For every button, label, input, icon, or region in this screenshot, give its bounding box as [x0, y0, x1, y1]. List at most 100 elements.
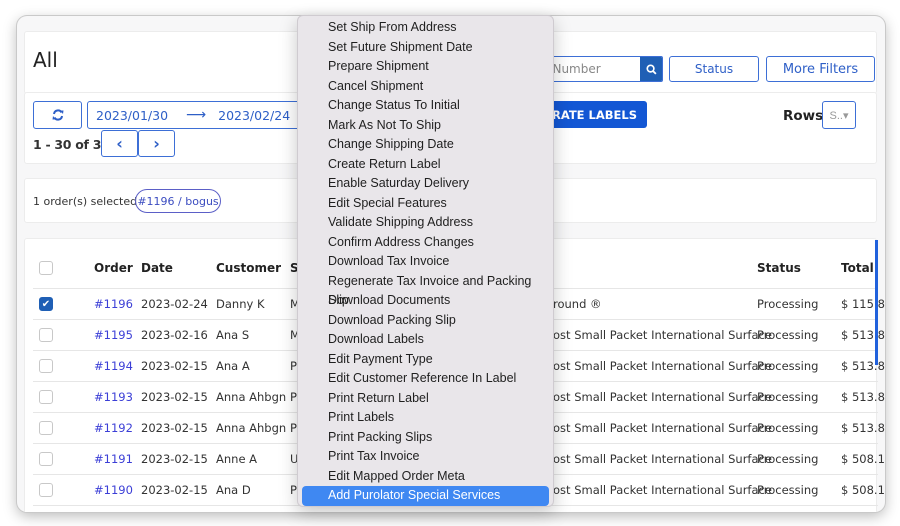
- shipping-address: P: [290, 359, 297, 373]
- order-status: Processing: [757, 483, 819, 497]
- menu-item[interactable]: Print Packing Slips: [302, 428, 549, 448]
- menu-item[interactable]: Change Status To Initial: [302, 96, 549, 116]
- customer-name: Anne A: [216, 452, 258, 466]
- row-checkbox[interactable]: [39, 359, 53, 373]
- menu-item[interactable]: Download Packing Slip: [302, 311, 549, 331]
- chevron-left-icon: ‹: [116, 134, 123, 153]
- customer-name: Anna Ahbgn: [216, 390, 287, 404]
- rows-per-page-select[interactable]: S..▾: [822, 101, 856, 129]
- order-number-link[interactable]: #1193: [94, 382, 133, 412]
- order-total: $ 513.8: [841, 328, 885, 342]
- column-header-date[interactable]: Date: [141, 239, 173, 288]
- menu-item[interactable]: Prepare Shipment: [302, 57, 549, 77]
- date-range-picker[interactable]: 2023/01/30 ⟶ 2023/02/24: [87, 101, 317, 129]
- next-page-button[interactable]: ›: [138, 130, 175, 157]
- order-total: $ 508.1: [841, 483, 885, 497]
- menu-item[interactable]: Print Tax Invoice: [302, 447, 549, 467]
- menu-item[interactable]: Print Labels: [302, 408, 549, 428]
- shipping-address: P: [290, 483, 297, 497]
- menu-item[interactable]: Edit Customer Reference In Label: [302, 369, 549, 389]
- order-status: Processing: [757, 359, 819, 373]
- order-number-link[interactable]: #1194: [94, 351, 133, 381]
- order-number-link[interactable]: #1192: [94, 413, 133, 443]
- menu-item[interactable]: Download Tax Invoice: [302, 252, 549, 272]
- page-title: All: [33, 48, 58, 72]
- order-date: 2023-02-15: [141, 421, 208, 435]
- refresh-button[interactable]: [33, 101, 82, 129]
- menu-item[interactable]: Validate Shipping Address: [302, 213, 549, 233]
- order-number-link[interactable]: #1191: [94, 444, 133, 474]
- order-number-link[interactable]: #1196: [94, 289, 133, 319]
- shipping-service: ost Small Packet International Surface: [553, 483, 772, 497]
- order-date: 2023-02-15: [141, 483, 208, 497]
- pagination-info: 1 - 30 of 35: [33, 137, 110, 152]
- customer-name: Ana S: [216, 328, 250, 342]
- date-to: 2023/02/24: [218, 107, 291, 123]
- menu-item[interactable]: Confirm Address Changes: [302, 233, 549, 253]
- column-header-status[interactable]: Status: [757, 239, 801, 288]
- menu-item[interactable]: Download Labels: [302, 330, 549, 350]
- refresh-icon: [52, 109, 63, 121]
- menu-item[interactable]: Change Shipping Date: [302, 135, 549, 155]
- bulk-actions-menu: Set Ship From Address Set Future Shipment…: [297, 15, 554, 507]
- row-checkbox[interactable]: [39, 452, 53, 466]
- prev-page-button[interactable]: ‹: [101, 130, 138, 157]
- status-filter-button[interactable]: Status: [669, 56, 759, 82]
- menu-item[interactable]: Create Return Label: [302, 155, 549, 175]
- menu-item[interactable]: Mark As Not To Ship: [302, 116, 549, 136]
- menu-item[interactable]: Set Future Shipment Date: [302, 38, 549, 58]
- column-header-order[interactable]: Order: [94, 239, 133, 288]
- shipping-service: ost Small Packet International Surface: [553, 328, 772, 342]
- shipping-address: P: [290, 421, 297, 435]
- menu-item[interactable]: Print Return Label: [302, 389, 549, 409]
- table-scrollbar[interactable]: [875, 240, 878, 365]
- order-status: Processing: [757, 328, 819, 342]
- selected-count: 1 order(s) selected: [33, 195, 138, 208]
- menu-item[interactable]: Enable Saturday Delivery: [302, 174, 549, 194]
- shipping-service: ost Small Packet International Surface: [553, 421, 772, 435]
- order-date: 2023-02-24: [141, 297, 208, 311]
- row-checkbox[interactable]: [39, 421, 53, 435]
- column-header-customer[interactable]: Customer: [216, 239, 281, 288]
- menu-item[interactable]: Edit Mapped Order Meta: [302, 467, 549, 487]
- order-total: $ 508.1: [841, 452, 885, 466]
- order-number-link[interactable]: #1195: [94, 320, 133, 350]
- row-checkbox[interactable]: ✔: [39, 297, 53, 311]
- selected-order-chip[interactable]: #1196 / bogus: [135, 189, 221, 213]
- row-checkbox[interactable]: [39, 483, 53, 497]
- menu-item[interactable]: Cancel Shipment: [302, 77, 549, 97]
- order-status: Processing: [757, 297, 819, 311]
- shipping-address: P: [290, 390, 297, 404]
- menu-item[interactable]: Download Documents: [302, 291, 549, 311]
- more-filters-button[interactable]: More Filters: [766, 56, 875, 82]
- search-button[interactable]: [640, 57, 662, 81]
- rows-label: Rows: [783, 108, 824, 124]
- customer-name: Ana D: [216, 483, 251, 497]
- order-status: Processing: [757, 390, 819, 404]
- arrow-right-icon: ⟶: [186, 107, 207, 123]
- order-date: 2023-02-15: [141, 390, 208, 404]
- order-total: $ 513.8: [841, 421, 885, 435]
- date-from: 2023/01/30: [96, 107, 169, 123]
- row-checkbox[interactable]: [39, 328, 53, 342]
- chevron-right-icon: ›: [153, 134, 160, 153]
- menu-item[interactable]: Regenerate Tax Invoice and Packing Slip: [302, 272, 549, 308]
- customer-name: Ana A: [216, 359, 250, 373]
- menu-item[interactable]: Add Purolator Special Services: [302, 486, 549, 506]
- menu-item[interactable]: Edit Special Features: [302, 194, 549, 214]
- menu-item[interactable]: Set Ship From Address: [302, 18, 549, 38]
- order-total: $ 513.8: [841, 359, 885, 373]
- order-total: $ 115.8: [841, 297, 885, 311]
- shipping-service: round ®: [553, 297, 602, 311]
- order-status: Processing: [757, 421, 819, 435]
- order-status: Processing: [757, 452, 819, 466]
- customer-name: Anna Ahbgn: [216, 421, 287, 435]
- shipping-service: ost Small Packet International Surface: [553, 452, 772, 466]
- order-number-link[interactable]: #1190: [94, 475, 133, 505]
- menu-item[interactable]: Edit Payment Type: [302, 350, 549, 370]
- row-checkbox[interactable]: [39, 390, 53, 404]
- shipping-service: ost Small Packet International Surface: [553, 359, 772, 373]
- shipping-service: ost Small Packet International Surface: [553, 390, 772, 404]
- select-all-checkbox[interactable]: [39, 260, 53, 275]
- column-header-total[interactable]: Total: [841, 239, 874, 288]
